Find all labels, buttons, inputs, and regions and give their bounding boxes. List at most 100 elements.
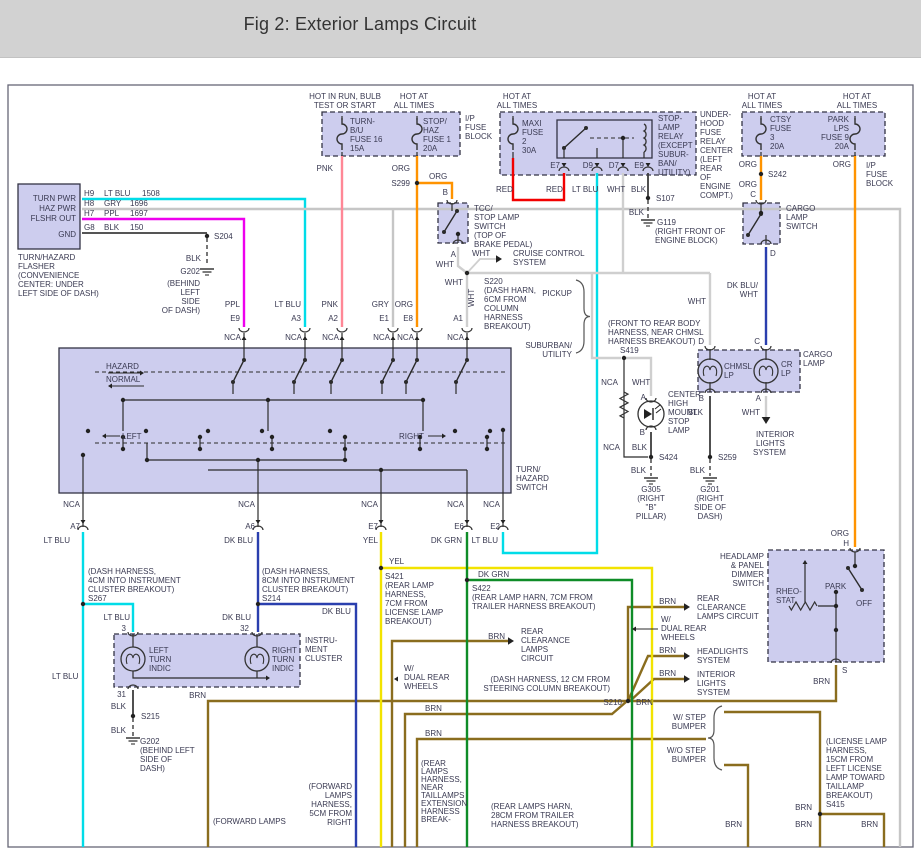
arrow-up-icon [414, 336, 420, 340]
label: 6CM FROM [484, 295, 527, 304]
label: SIDE OF [140, 755, 172, 764]
splice-dot [417, 446, 423, 452]
label: BUMPER [672, 755, 706, 764]
label: BRN [659, 669, 676, 678]
label: ORG [739, 160, 757, 169]
label: A6 [245, 522, 255, 531]
splice-dot [327, 428, 333, 434]
splice-dot [484, 446, 490, 452]
label: HEADLAMP [720, 552, 764, 561]
label: SWITCH [786, 222, 818, 231]
splice-dot [833, 627, 839, 633]
label: D [770, 249, 776, 258]
label: BLK [104, 223, 120, 232]
label: W/ [661, 615, 672, 624]
figure-title: Fig 2: Exterior Lamps Circuit [243, 14, 477, 34]
label: NORMAL [106, 375, 141, 384]
label: RIGHT [327, 818, 352, 827]
label: E9 [230, 314, 240, 323]
contact-dot [292, 380, 296, 384]
label: FLSHR OUT [31, 214, 76, 223]
label: WHT [607, 185, 625, 194]
label: CRUISE CONTROL [513, 249, 585, 258]
label: NCA [361, 500, 379, 509]
label: BRN [813, 677, 830, 686]
label: ALL TIMES [837, 101, 877, 110]
label: BRN [659, 646, 676, 655]
arrow-down-icon [255, 520, 261, 524]
label: (RIGHT FRONT OF [655, 227, 725, 236]
label: CIRCUIT [521, 654, 554, 663]
splice-dot [833, 603, 839, 609]
label: UTILITY) [658, 168, 691, 177]
label: LP [724, 371, 734, 380]
arrow-left-icon [394, 676, 398, 682]
contact-dot [746, 233, 750, 237]
label: E7 [550, 161, 560, 170]
contact-dot [391, 358, 395, 362]
label: LEFT SIDE OF DASH) [18, 289, 99, 298]
label: RELAY [700, 137, 726, 146]
label: BLK [631, 466, 647, 475]
label: 15CM FROM [826, 755, 873, 764]
label: 150 [130, 223, 144, 232]
label: SYSTEM [697, 688, 730, 697]
label: LAMPS [521, 645, 548, 654]
label: DASH) [140, 764, 165, 773]
label: BLK [111, 702, 127, 711]
arrow-down-icon [500, 520, 506, 524]
splice-dot [817, 811, 823, 817]
label: PARK [825, 582, 847, 591]
label: C [750, 190, 756, 199]
label: 4CM INTO INSTRUMENT [88, 576, 181, 585]
label: LT BLU [104, 189, 131, 198]
label: S [842, 666, 847, 675]
label: TURN [149, 655, 171, 664]
wire-brn-wo-step [724, 763, 750, 847]
label: FUSE [522, 128, 543, 137]
label: S214 [262, 594, 281, 603]
label: ALL TIMES [394, 101, 434, 110]
label: HARNESS, [311, 800, 352, 809]
label: CENTER [668, 390, 701, 399]
label: NCA [63, 500, 81, 509]
contact-dot [846, 566, 850, 570]
led-ray-icon [654, 404, 661, 410]
label: CENTER [700, 146, 733, 155]
arrow-right-icon [508, 637, 514, 645]
label: CENTER: UNDER [18, 280, 84, 289]
splice-dot [269, 446, 275, 452]
label: PPL [225, 300, 241, 309]
splice-dot [484, 434, 490, 440]
label: 20A [423, 144, 438, 153]
label: SIDE [181, 297, 200, 306]
label: NCA [373, 333, 391, 342]
label: TURN PWR [33, 194, 76, 203]
label: D7 [609, 161, 620, 170]
label: DK BLU [224, 536, 253, 545]
contact-dot [380, 380, 384, 384]
label: RHEO- [776, 587, 802, 596]
splice-dot [197, 446, 203, 452]
label: S259 [718, 453, 737, 462]
wire-ltblu-relay-d9 [501, 173, 599, 555]
label: BRN [189, 691, 206, 700]
label: TAILLAMP [826, 782, 864, 791]
label: WHT [467, 289, 476, 307]
splice-dot [269, 434, 275, 440]
label: HOOD [700, 119, 724, 128]
arrow-down-icon [80, 520, 86, 524]
label: S204 [214, 232, 233, 241]
label: S415 [826, 800, 845, 809]
label: LP [781, 369, 791, 378]
label: LT BLU [52, 672, 79, 681]
label: ORG [429, 172, 447, 181]
label: PICKUP [542, 289, 572, 298]
title-bar: Fig 2: Exterior Lamps Circuit [0, 0, 921, 58]
label: 1508 [142, 189, 160, 198]
wire-wht-chmsl-a [624, 356, 653, 396]
label: E6 [454, 522, 464, 531]
contact-dot [404, 380, 408, 384]
label: ORG [395, 300, 413, 309]
label: 3 [770, 133, 775, 142]
